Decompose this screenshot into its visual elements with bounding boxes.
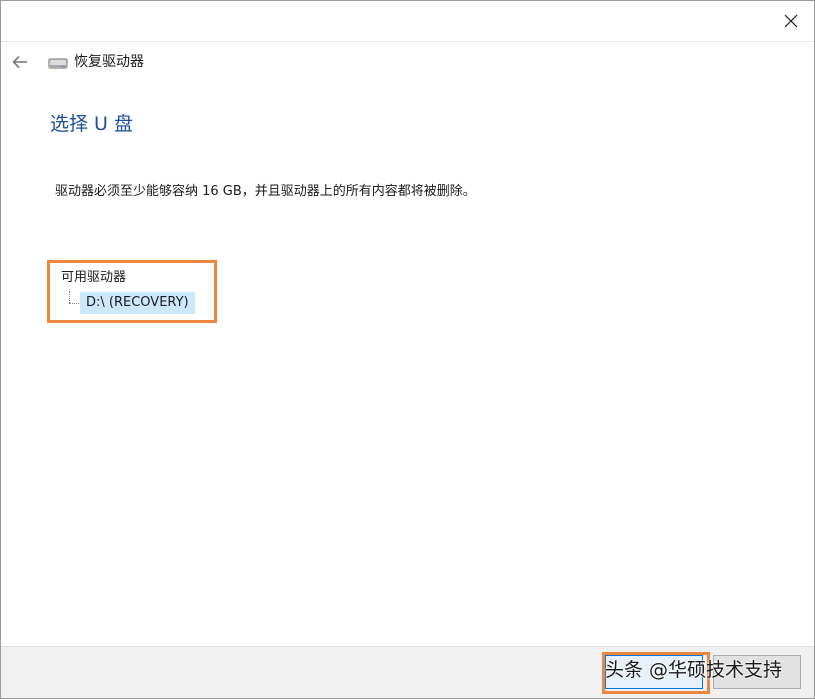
close-button[interactable]: [768, 1, 814, 41]
title-bar: [1, 1, 814, 41]
arrow-left-icon: [12, 55, 27, 69]
navigation-bar: 恢复驱动器: [1, 41, 814, 84]
page-heading: 选择 U 盘: [50, 113, 133, 135]
next-button-highlight: [602, 652, 710, 694]
instructions-text: 驱动器必须至少能够容纳 16 GB，并且驱动器上的所有内容都将被删除。: [55, 184, 476, 199]
back-button[interactable]: [7, 51, 33, 73]
recovery-drive-window: 恢复驱动器 选择 U 盘 驱动器必须至少能够容纳 16 GB，并且驱动器上的所有…: [0, 0, 815, 699]
close-icon: [784, 14, 798, 28]
drive-icon: [48, 58, 68, 69]
drive-list-highlight: [47, 260, 217, 323]
cancel-button[interactable]: [713, 655, 801, 689]
window-title: 恢复驱动器: [74, 54, 144, 70]
